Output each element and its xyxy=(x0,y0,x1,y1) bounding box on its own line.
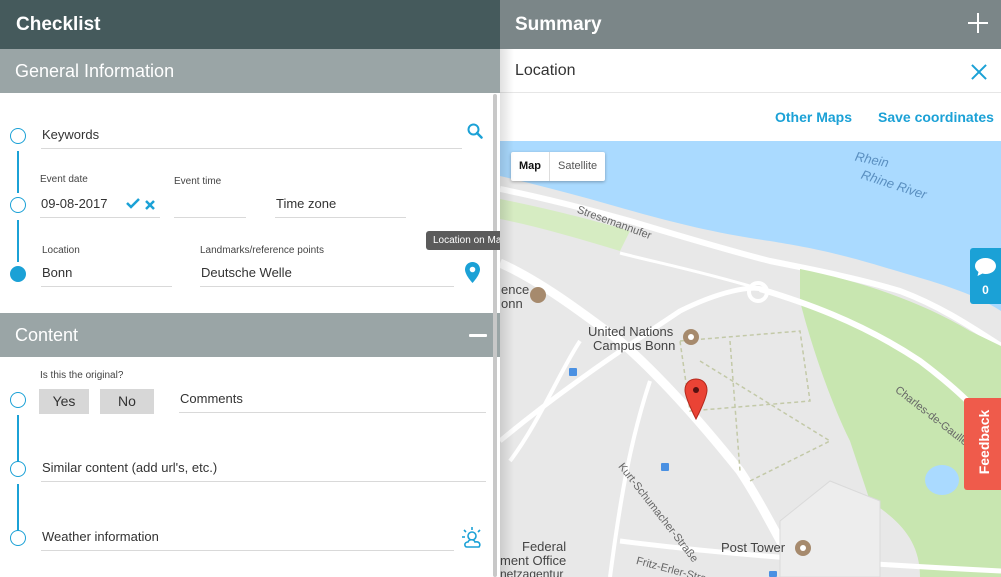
map-label-ence: ence xyxy=(501,282,530,297)
location-input[interactable]: Bonn xyxy=(41,259,172,287)
comments-label: Comments xyxy=(180,391,243,406)
checklist-title: Checklist xyxy=(16,14,101,35)
collapse-icon[interactable] xyxy=(469,334,487,337)
landmarks-label: Landmarks/reference points xyxy=(200,245,324,256)
bus-stop-icon xyxy=(661,463,669,471)
landmarks-input[interactable]: Deutsche Welle xyxy=(200,259,454,287)
landmarks-value: Deutsche Welle xyxy=(201,265,292,280)
event-time-label: Event time xyxy=(174,176,222,187)
event-date-label: Event date xyxy=(40,174,88,185)
location-value: Bonn xyxy=(42,265,73,280)
map-graphic xyxy=(500,141,1001,577)
map-label-un-line2: Campus Bonn xyxy=(593,338,676,353)
original-status-circle[interactable] xyxy=(10,392,26,408)
no-button[interactable]: No xyxy=(100,389,154,414)
map-label-federal-line1: Federal xyxy=(522,539,567,554)
checklist-panel: Checklist General Information Keywords E… xyxy=(0,0,500,577)
comments-count: 0 xyxy=(982,283,989,297)
other-maps-link[interactable]: Other Maps xyxy=(775,109,852,125)
weather-input[interactable]: Weather information xyxy=(41,523,454,551)
bus-stop-icon xyxy=(569,368,577,376)
keywords-field[interactable]: Keywords xyxy=(41,121,462,149)
map-label-un-line1: United Nations xyxy=(588,324,674,339)
similar-status-circle[interactable] xyxy=(10,461,26,477)
map-pin-icon[interactable] xyxy=(465,262,480,288)
map-view[interactable]: Map Satellite Rhein Rhine River Stresema… xyxy=(500,141,1001,577)
close-icon[interactable] xyxy=(971,64,987,80)
content-header[interactable]: Content xyxy=(0,313,500,357)
location-title: Location xyxy=(515,62,576,79)
confirm-check-icon[interactable] xyxy=(126,196,140,214)
checklist-header: Checklist xyxy=(0,0,500,49)
summary-header: Summary xyxy=(500,0,1001,49)
summary-title: Summary xyxy=(515,14,602,35)
weather-icon[interactable] xyxy=(461,527,485,554)
location-header: Location xyxy=(500,49,1001,93)
general-information-header[interactable]: General Information xyxy=(0,49,500,93)
save-coordinates-link[interactable]: Save coordinates xyxy=(878,109,994,125)
bus-stop-icon xyxy=(769,571,777,577)
keywords-label: Keywords xyxy=(42,127,100,142)
feedback-tab[interactable]: Feedback xyxy=(964,398,1001,490)
search-icon[interactable] xyxy=(467,123,483,144)
timeline-line xyxy=(17,151,19,193)
event-date-value: 09-08-2017 xyxy=(41,196,108,211)
chat-bubble-icon xyxy=(975,258,996,276)
checklist-scrollbar[interactable] xyxy=(493,94,497,577)
add-icon[interactable] xyxy=(968,13,988,33)
timeline-line xyxy=(17,220,19,262)
map-button[interactable]: Map xyxy=(511,152,550,181)
map-type-control: Map Satellite xyxy=(511,152,606,181)
keywords-status-circle[interactable] xyxy=(10,128,26,144)
similar-content-label: Similar content (add url's, etc.) xyxy=(42,460,218,475)
time-zone-select[interactable]: Time zone xyxy=(275,190,406,218)
satellite-button[interactable]: Satellite xyxy=(550,152,605,181)
event-date-status-circle[interactable] xyxy=(10,197,26,213)
is-original-label: Is this the original? xyxy=(40,370,124,381)
similar-content-input[interactable]: Similar content (add url's, etc.) xyxy=(41,454,486,482)
map-links-bar: Other Maps Save coordinates xyxy=(500,94,1001,141)
timeline-line xyxy=(17,415,19,462)
yes-button[interactable]: Yes xyxy=(39,389,89,414)
map-label-onn: onn xyxy=(501,296,523,311)
location-status-circle[interactable] xyxy=(10,266,26,282)
comments-input[interactable]: Comments xyxy=(179,385,486,413)
location-on-maps-tooltip: Location on Maps xyxy=(426,231,500,250)
poi-marker xyxy=(530,287,546,303)
event-date-input[interactable]: 09-08-2017 xyxy=(40,190,160,218)
comments-tab[interactable]: 0 xyxy=(970,248,1001,304)
weather-status-circle[interactable] xyxy=(10,530,26,546)
map-label-post-tower: Post Tower xyxy=(721,540,786,555)
lake xyxy=(925,465,959,495)
weather-label: Weather information xyxy=(42,529,159,544)
map-label-federal-line2: ment Office xyxy=(500,553,567,568)
time-zone-label: Time zone xyxy=(276,196,337,211)
content-title: Content xyxy=(15,325,79,345)
clear-x-icon[interactable] xyxy=(145,197,155,215)
location-label: Location xyxy=(42,245,80,256)
general-information-title: General Information xyxy=(15,61,175,81)
map-label-federal-line3: netzagentur xyxy=(500,567,564,577)
timeline-line xyxy=(17,484,19,531)
event-time-input[interactable] xyxy=(174,190,246,218)
feedback-label: Feedback xyxy=(976,409,992,475)
summary-panel: Summary Location Other Maps Save coordin… xyxy=(500,0,1001,577)
